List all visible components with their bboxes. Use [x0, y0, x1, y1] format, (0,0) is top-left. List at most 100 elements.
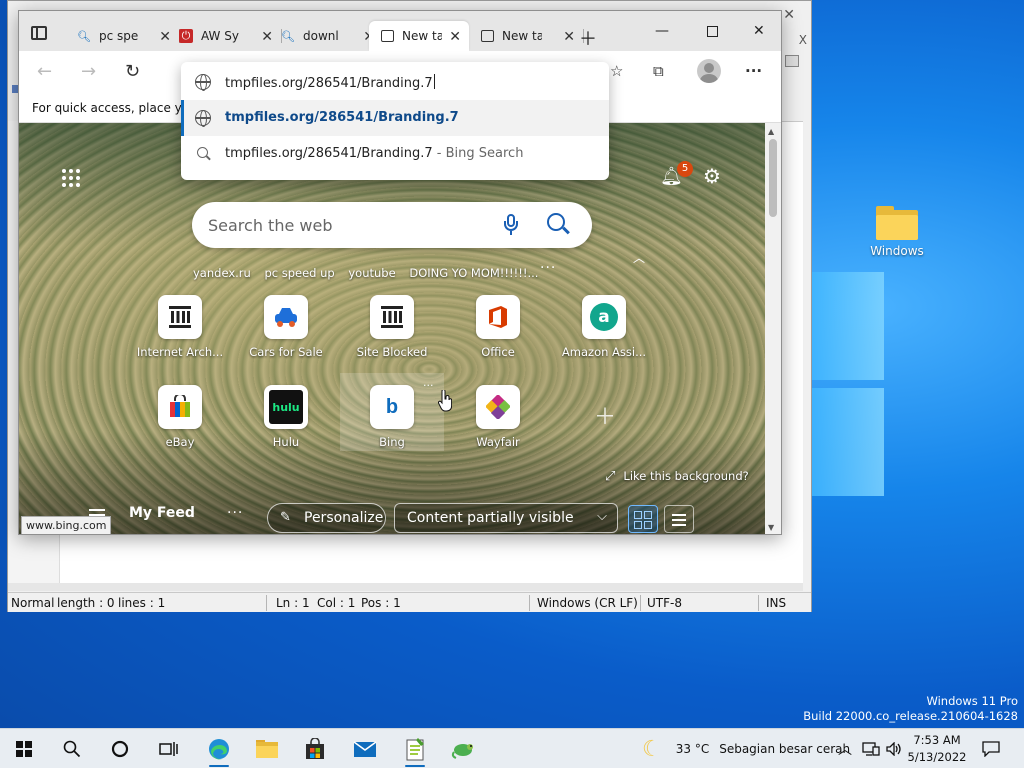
editor-status-bar: Normal length : 0 lines : 1 Ln : 1 Col :…: [8, 592, 811, 612]
taskbar-edge[interactable]: [195, 729, 243, 768]
refresh-icon[interactable]: ↻: [125, 61, 140, 82]
new-tab-plus-icon[interactable]: ＋: [579, 25, 597, 51]
taskbar-search-button[interactable]: [48, 729, 96, 768]
quick-link[interactable]: youtube: [348, 266, 395, 280]
link-status-url: www.bing.com: [21, 516, 112, 534]
collections-icon[interactable]: ⧉: [653, 62, 664, 80]
close-icon[interactable]: ✕: [753, 23, 765, 39]
tab-pc-speed[interactable]: 🔍︎ pc spe ✕: [77, 21, 180, 51]
content-visibility-select[interactable]: Content partially visible ⌵: [394, 503, 618, 533]
network-icon[interactable]: [862, 729, 880, 768]
tile-more-options-icon[interactable]: ···: [423, 379, 434, 392]
editor-close-icon[interactable]: ✕: [783, 7, 795, 23]
tile-cars-for-sale[interactable]: Cars for Sale: [238, 295, 334, 359]
search-icon: 🔍︎: [77, 29, 91, 43]
address-bar-input[interactable]: tmpfiles.org/286541/Branding.7: [181, 64, 609, 100]
taskbar-app-chameleon[interactable]: [440, 729, 488, 768]
tile-wayfair[interactable]: Wayfair: [450, 385, 546, 449]
edge-browser-window: 🔍︎ pc spe ✕ ⏻ AW Sy ✕ 🔍︎ downl ✕ New ta …: [18, 10, 782, 535]
minimize-icon[interactable]: —: [655, 23, 669, 39]
grid-view-button[interactable]: [628, 505, 658, 533]
suggestion-url[interactable]: tmpfiles.org/286541/Branding.7: [181, 100, 609, 136]
windows-start-icon: [16, 741, 32, 757]
search-icon[interactable]: [547, 213, 565, 231]
cortana-icon: [111, 740, 129, 758]
taskbar-notepadpp[interactable]: [391, 729, 439, 768]
status-length: length : 0: [57, 596, 115, 610]
settings-gear-icon[interactable]: ⚙: [703, 164, 721, 188]
quick-link[interactable]: pc speed up: [264, 266, 334, 280]
search-icon: [197, 147, 208, 158]
tab-download[interactable]: 🔍︎ downl ✕: [281, 21, 375, 51]
suggestion-bing-search[interactable]: tmpfiles.org/286541/Branding.7 - Bing Se…: [181, 136, 609, 172]
tile-internet-archive[interactable]: Internet Arch...: [132, 295, 228, 359]
taskbar-mail[interactable]: [341, 729, 389, 768]
car-icon: [264, 295, 308, 339]
newtab-icon: [481, 30, 494, 42]
wayfair-icon: [476, 385, 520, 429]
tile-amazon-assistant[interactable]: a Amazon Assi...: [556, 295, 652, 359]
tab-close-icon[interactable]: ✕: [159, 29, 171, 45]
search-icon: [63, 740, 81, 758]
task-view-button[interactable]: [144, 729, 192, 768]
microphone-icon[interactable]: [504, 214, 518, 236]
like-background-link[interactable]: ⤢ Like this background?: [605, 469, 749, 484]
taskbar-clock[interactable]: 7:53 AM 5/13/2022: [902, 732, 972, 766]
my-feed-tab[interactable]: My Feed: [129, 505, 195, 521]
personalize-button[interactable]: ✎ Personalize: [267, 503, 386, 533]
quick-links: yandex.ru pc speed up youtube DOING YO M…: [193, 266, 548, 282]
archive-icon: [158, 295, 202, 339]
notification-center-icon[interactable]: [982, 729, 1000, 768]
tab-new-tab-active[interactable]: New ta ✕: [369, 21, 469, 51]
page-vertical-scrollbar[interactable]: ▲ ▼: [765, 123, 781, 534]
status-encoding: UTF-8: [647, 596, 682, 610]
tile-office[interactable]: Office: [450, 295, 546, 359]
status-lines: lines : 1: [118, 596, 166, 610]
tab-actions-icon[interactable]: [31, 26, 47, 40]
tab-close-icon[interactable]: ✕: [563, 29, 575, 45]
tile-hulu[interactable]: hulu Hulu: [238, 385, 334, 449]
quick-links-more-icon[interactable]: ···: [540, 260, 556, 276]
status-ins: INS: [766, 596, 787, 610]
editor-horizontal-scrollbar[interactable]: [8, 583, 803, 591]
quick-link[interactable]: DOING YO MOM!!!!!!...: [409, 266, 538, 280]
favorites-star-icon[interactable]: ☆: [610, 62, 623, 80]
scroll-up-icon[interactable]: ▲: [768, 127, 774, 136]
app-launcher-icon[interactable]: [62, 169, 80, 187]
scroll-down-icon[interactable]: ▼: [768, 523, 774, 532]
maximize-icon[interactable]: [707, 26, 718, 37]
editor-doc-close-icon[interactable]: X: [799, 33, 807, 47]
tray-overflow-icon[interactable]: ︿: [838, 729, 852, 768]
tab-aw-sy[interactable]: ⏻ AW Sy ✕: [179, 21, 282, 51]
tab-close-icon[interactable]: ✕: [261, 29, 273, 45]
collapse-chevron-icon[interactable]: ︿: [633, 249, 645, 266]
desktop-folder-windows[interactable]: Windows: [862, 206, 932, 258]
scrollbar-thumb[interactable]: [769, 139, 777, 217]
start-button[interactable]: [0, 729, 48, 768]
globe-icon: [195, 110, 211, 127]
moon-weather-icon: ☾: [642, 736, 662, 762]
tab-new-tab[interactable]: New ta ✕: [481, 21, 584, 51]
cortana-button[interactable]: [96, 729, 144, 768]
more-menu-icon[interactable]: ···: [745, 62, 762, 80]
editor-toolbar-icon[interactable]: [785, 55, 799, 67]
edge-icon: [209, 739, 229, 760]
list-view-button[interactable]: [664, 505, 694, 533]
status-pos: Pos : 1: [361, 596, 401, 610]
feed-more-icon[interactable]: ···: [227, 505, 243, 521]
ebay-icon: [158, 385, 202, 429]
tab-close-icon[interactable]: ✕: [449, 29, 461, 45]
add-site-plus-icon[interactable]: ＋: [594, 399, 616, 431]
back-icon[interactable]: ←: [37, 61, 52, 82]
globe-icon: [195, 74, 211, 91]
quick-link[interactable]: yandex.ru: [193, 266, 251, 280]
profile-avatar[interactable]: [697, 59, 721, 83]
volume-icon[interactable]: [886, 729, 902, 768]
taskbar-file-explorer[interactable]: [243, 729, 291, 768]
web-search-box[interactable]: Search the web: [192, 202, 592, 248]
forward-icon[interactable]: →: [81, 61, 96, 82]
weather-widget[interactable]: ☾ 33 °C Sebagian besar cerah: [642, 729, 850, 768]
taskbar-store[interactable]: [291, 729, 339, 768]
tile-site-blocked[interactable]: Site Blocked: [344, 295, 440, 359]
tile-ebay[interactable]: eBay: [132, 385, 228, 449]
